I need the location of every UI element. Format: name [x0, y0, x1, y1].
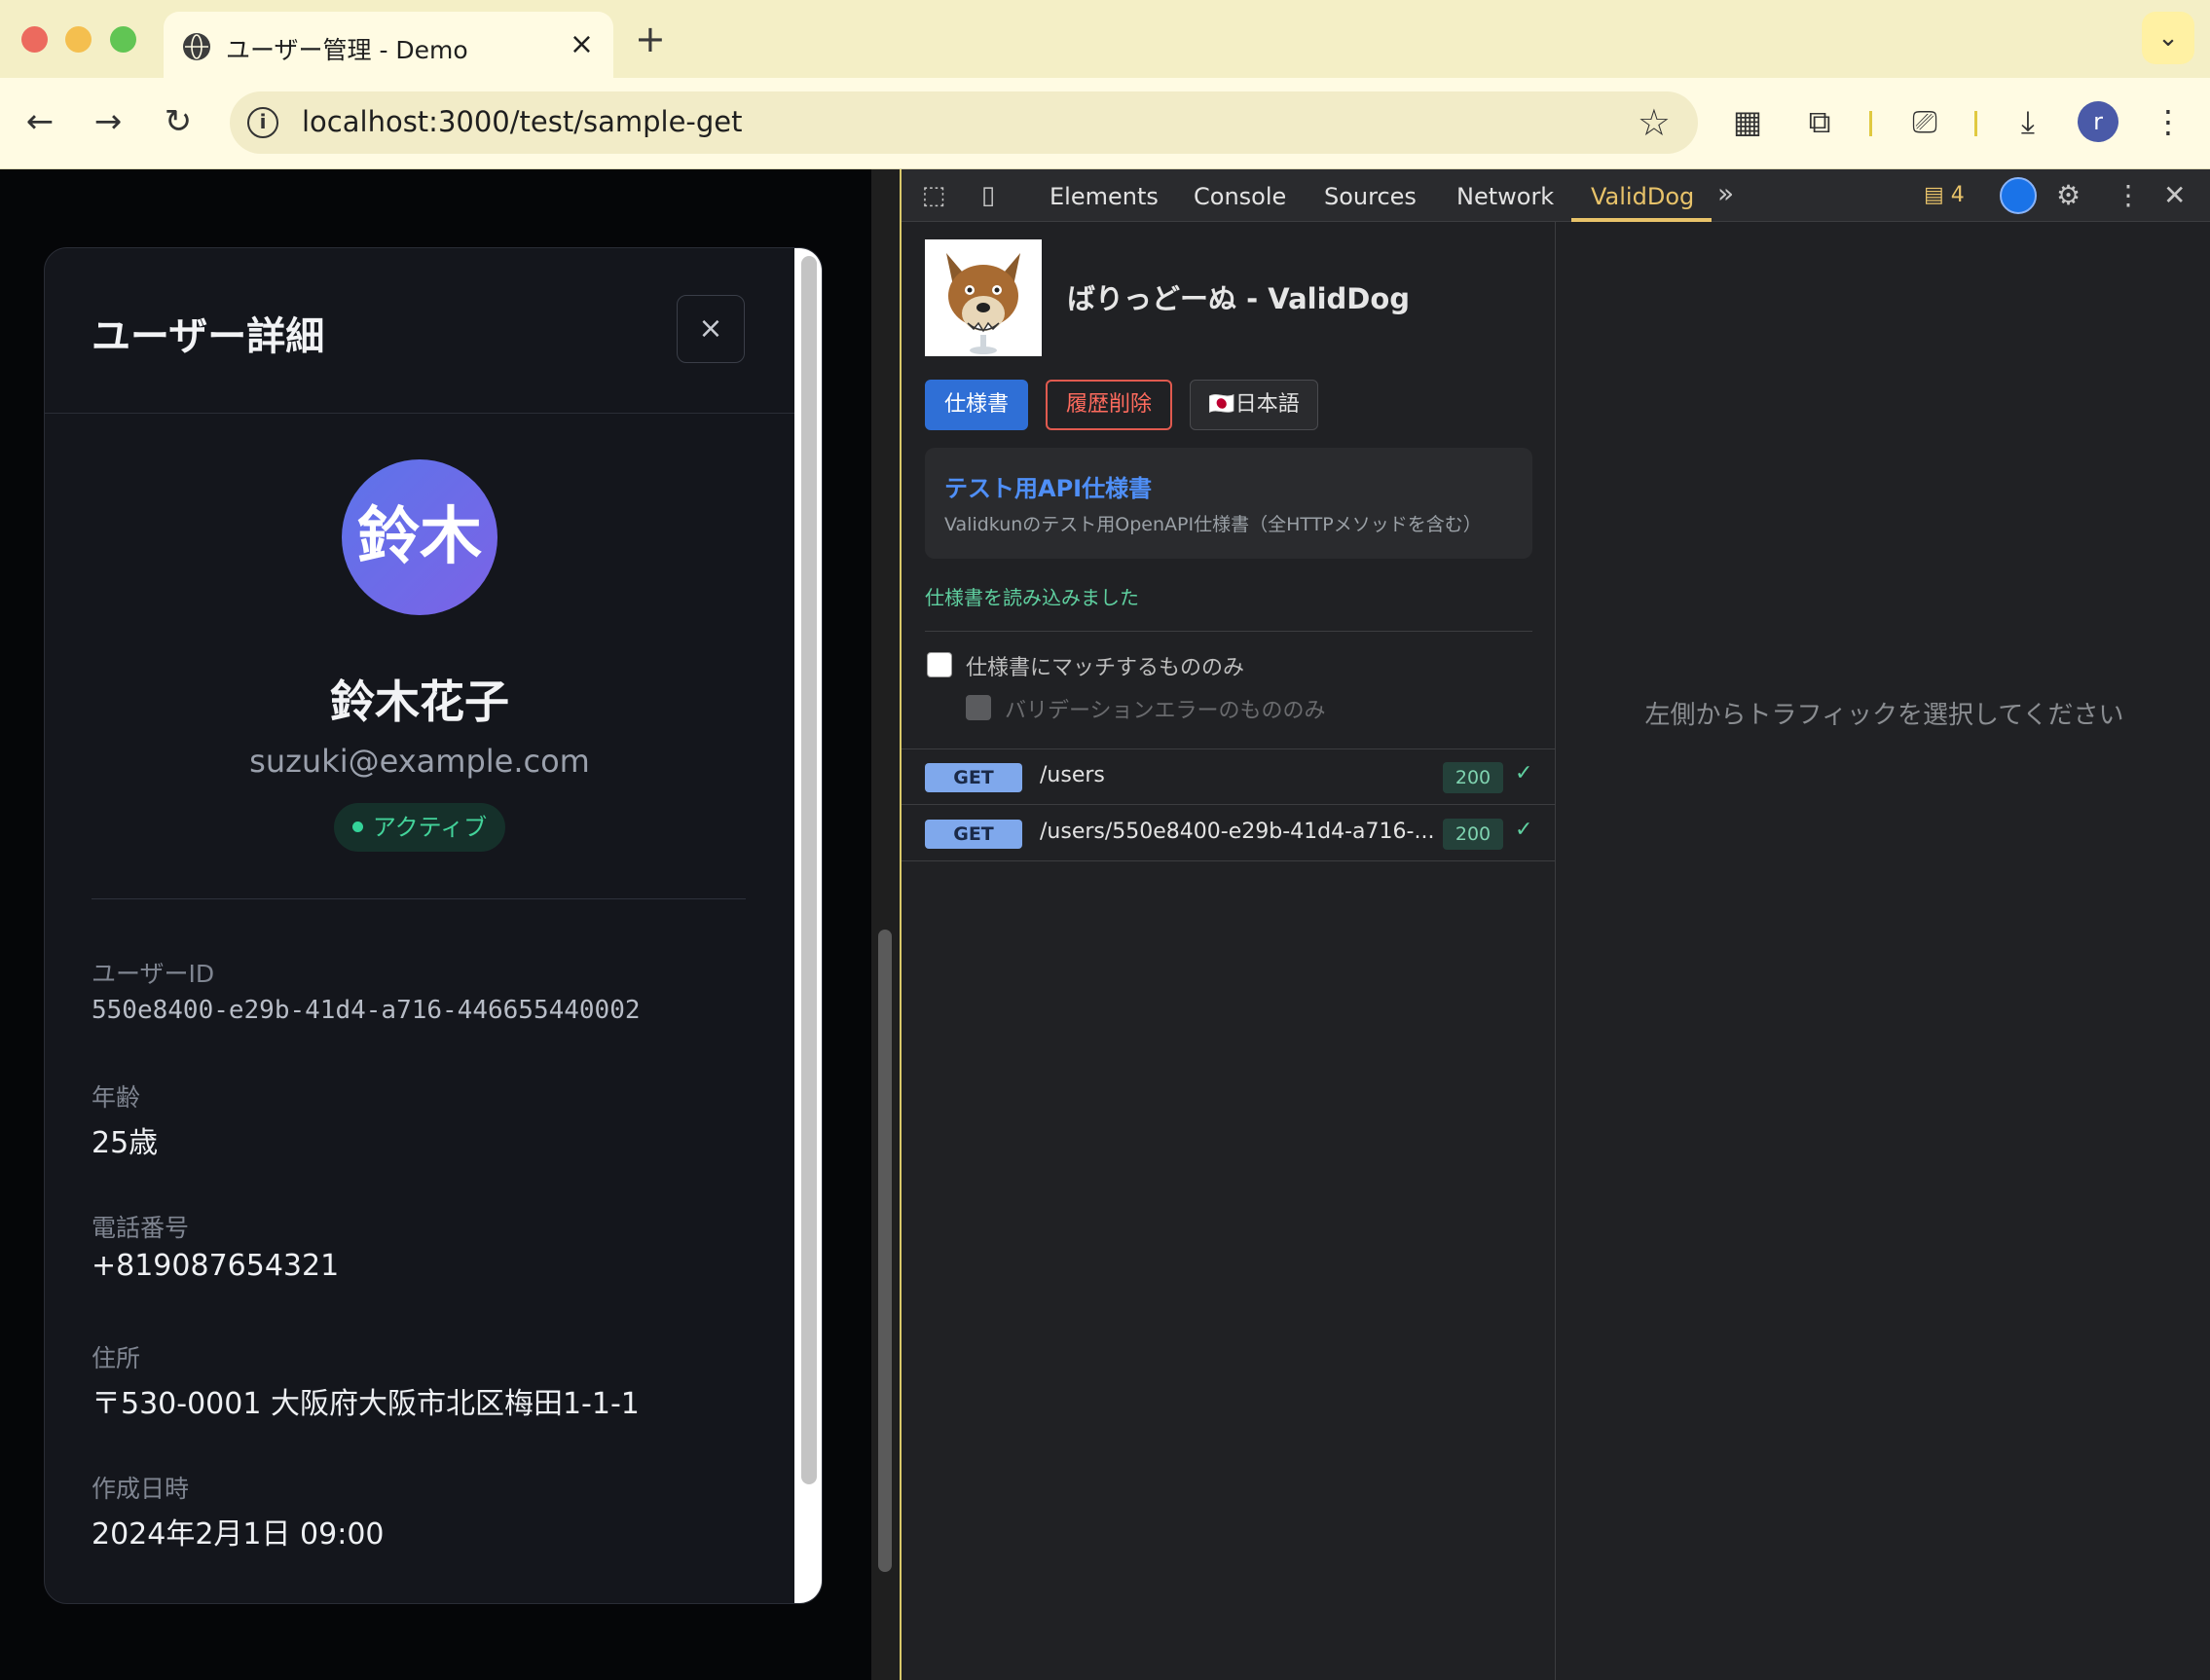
- spec-title: テスト用API仕様書: [944, 475, 1153, 502]
- traffic-row[interactable]: GET /users/550e8400-e29b-41d4-a716-... 2…: [902, 806, 1556, 861]
- message-icon: ▤: [1924, 183, 1944, 207]
- status-dot-icon: [351, 821, 363, 832]
- spec-card: テスト用API仕様書 Validkunのテスト用OpenAPI仕様書（全HTTP…: [925, 448, 1532, 559]
- address-bar[interactable]: i localhost:3000/test/sample-get ☆: [230, 91, 1698, 154]
- match-spec-label[interactable]: 仕様書にマッチするもののみ: [966, 650, 1244, 681]
- request-path: /users/550e8400-e29b-41d4-a716-...: [1040, 820, 1435, 844]
- profile-avatar[interactable]: r: [2078, 101, 2118, 142]
- tab-sources[interactable]: Sources: [1324, 183, 1417, 210]
- qr-code-icon[interactable]: ▦: [1725, 99, 1770, 144]
- method-badge: GET: [925, 820, 1022, 849]
- bookmark-star-icon[interactable]: ☆: [1638, 99, 1671, 146]
- issues-count: 4: [1950, 183, 1965, 207]
- tab-network[interactable]: Network: [1456, 183, 1554, 210]
- devtools-tab-bar: ⬚ ▯ Elements Console Sources Network Val…: [902, 169, 2210, 222]
- modal-close-button[interactable]: ×: [677, 295, 745, 363]
- inspect-element-icon[interactable]: ⬚: [917, 179, 950, 212]
- spec-button[interactable]: 仕様書: [925, 380, 1028, 430]
- validdog-title: ばりっどーぬ - ValidDog: [1067, 282, 1411, 315]
- window-minimize-button[interactable]: [65, 26, 92, 53]
- field-label-phone: 電話番号: [92, 1214, 190, 1242]
- status-label: アクティブ: [372, 814, 488, 841]
- kebab-menu-icon[interactable]: ⋮: [2146, 99, 2191, 144]
- user-detail-modal: ユーザー詳細 × 鈴木 鈴木花子 suzuki@example.com アクティ…: [44, 247, 823, 1604]
- browser-tab-active[interactable]: ユーザー管理 - Demo ×: [164, 12, 613, 78]
- download-icon[interactable]: ⤓: [2006, 99, 2050, 144]
- browser-tab-strip: ユーザー管理 - Demo × + ⌄: [0, 0, 2210, 78]
- window-close-button[interactable]: [21, 26, 48, 53]
- more-tabs-chevron-icon[interactable]: »: [1717, 177, 1734, 209]
- tab-validdog[interactable]: ValidDog: [1591, 183, 1694, 210]
- status-code-badge: 200: [1443, 762, 1503, 793]
- status-code-badge: 200: [1443, 819, 1503, 850]
- gear-icon[interactable]: ⚙: [2056, 179, 2081, 212]
- divider: [925, 631, 1532, 632]
- divider: [92, 898, 746, 899]
- spec-description: Validkunのテスト用OpenAPI仕様書（全HTTPメソッドを含む）: [944, 514, 1482, 535]
- page-scrollbar-thumb[interactable]: [878, 930, 892, 1572]
- request-path: /users: [1040, 763, 1105, 787]
- modal-scrollbar-thumb[interactable]: [801, 256, 817, 1484]
- page-viewport: ユーザー詳細 × 鈴木 鈴木花子 suzuki@example.com アクティ…: [0, 169, 871, 1680]
- ai-assistant-icon[interactable]: [2000, 177, 2037, 214]
- tab-elements[interactable]: Elements: [1050, 183, 1159, 210]
- validation-error-checkbox[interactable]: [966, 695, 991, 720]
- back-arrow-icon[interactable]: ←: [18, 99, 62, 144]
- user-avatar: 鈴木: [342, 459, 497, 615]
- user-email: suzuki@example.com: [249, 743, 590, 780]
- user-name: 鈴木花子: [330, 676, 509, 728]
- method-badge: GET: [925, 763, 1022, 792]
- toolbar-separator: [1974, 111, 1977, 136]
- devtools-menu-icon[interactable]: ⋮: [2115, 179, 2142, 212]
- site-info-icon[interactable]: i: [247, 107, 278, 138]
- url-text[interactable]: localhost:3000/test/sample-get: [302, 105, 743, 138]
- field-value-created-at: 2024年2月1日 09:00: [92, 1517, 385, 1552]
- window-zoom-button[interactable]: [110, 26, 136, 53]
- validdog-sidebar: ばりっどーぬ - ValidDog 仕様書 履歴削除 🇯🇵日本語 テスト用API…: [902, 222, 1556, 1680]
- field-label-user-id: ユーザーID: [92, 960, 215, 988]
- validation-error-label[interactable]: バリデーションエラーのもののみ: [1005, 693, 1326, 724]
- new-tab-button[interactable]: +: [635, 18, 666, 60]
- field-value-phone: +819087654321: [92, 1249, 340, 1283]
- tab-close-icon[interactable]: ×: [570, 27, 594, 62]
- issues-counter[interactable]: ▤ 4: [1924, 183, 1965, 207]
- tab-title: ユーザー管理 - Demo: [226, 36, 468, 64]
- field-label-age: 年齢: [92, 1083, 141, 1112]
- check-icon: ✓: [1515, 818, 1533, 842]
- tab-search-chevron-icon[interactable]: ⌄: [2142, 12, 2194, 64]
- forward-arrow-icon[interactable]: →: [86, 99, 130, 144]
- field-label-address: 住所: [92, 1344, 141, 1372]
- modal-header: ユーザー詳細 ×: [45, 248, 794, 414]
- modal-title: ユーザー詳細: [92, 314, 325, 359]
- tab-console[interactable]: Console: [1194, 183, 1286, 210]
- validdog-logo: [925, 239, 1042, 356]
- reload-icon[interactable]: ↻: [156, 99, 201, 144]
- device-toolbar-icon[interactable]: ▯: [972, 179, 1005, 212]
- traffic-row[interactable]: GET /users 200 ✓: [902, 749, 1556, 805]
- field-value-user-id: 550e8400-e29b-41d4-a716-446655440002: [92, 996, 641, 1025]
- check-icon: ✓: [1515, 761, 1533, 785]
- devtools-close-icon[interactable]: ✕: [2163, 179, 2186, 212]
- cast-icon[interactable]: ⎚: [1902, 99, 1947, 144]
- field-value-address: 〒530-0001 大阪府大阪市北区梅田1-1-1: [92, 1387, 640, 1421]
- extensions-puzzle-icon[interactable]: ⧉: [1797, 99, 1842, 144]
- toolbar-separator: [1869, 111, 1872, 136]
- status-badge: アクティブ: [334, 803, 505, 852]
- clear-history-button[interactable]: 履歴削除: [1046, 380, 1172, 430]
- field-label-created-at: 作成日時: [92, 1475, 190, 1503]
- empty-state-message: 左側からトラフィックを選択してください: [1644, 701, 2124, 730]
- match-spec-checkbox[interactable]: [927, 652, 952, 677]
- spec-loaded-message: 仕様書を読み込みました: [925, 586, 1139, 609]
- field-value-age: 25歳: [92, 1126, 159, 1160]
- traffic-detail-pane: 左側からトラフィックを選択してください: [1557, 222, 2210, 1680]
- globe-icon: [183, 33, 210, 60]
- language-select[interactable]: 🇯🇵日本語: [1190, 380, 1318, 430]
- devtools-panel: ⬚ ▯ Elements Console Sources Network Val…: [900, 169, 2210, 1680]
- browser-toolbar: ← → ↻ i localhost:3000/test/sample-get ☆…: [0, 78, 2210, 169]
